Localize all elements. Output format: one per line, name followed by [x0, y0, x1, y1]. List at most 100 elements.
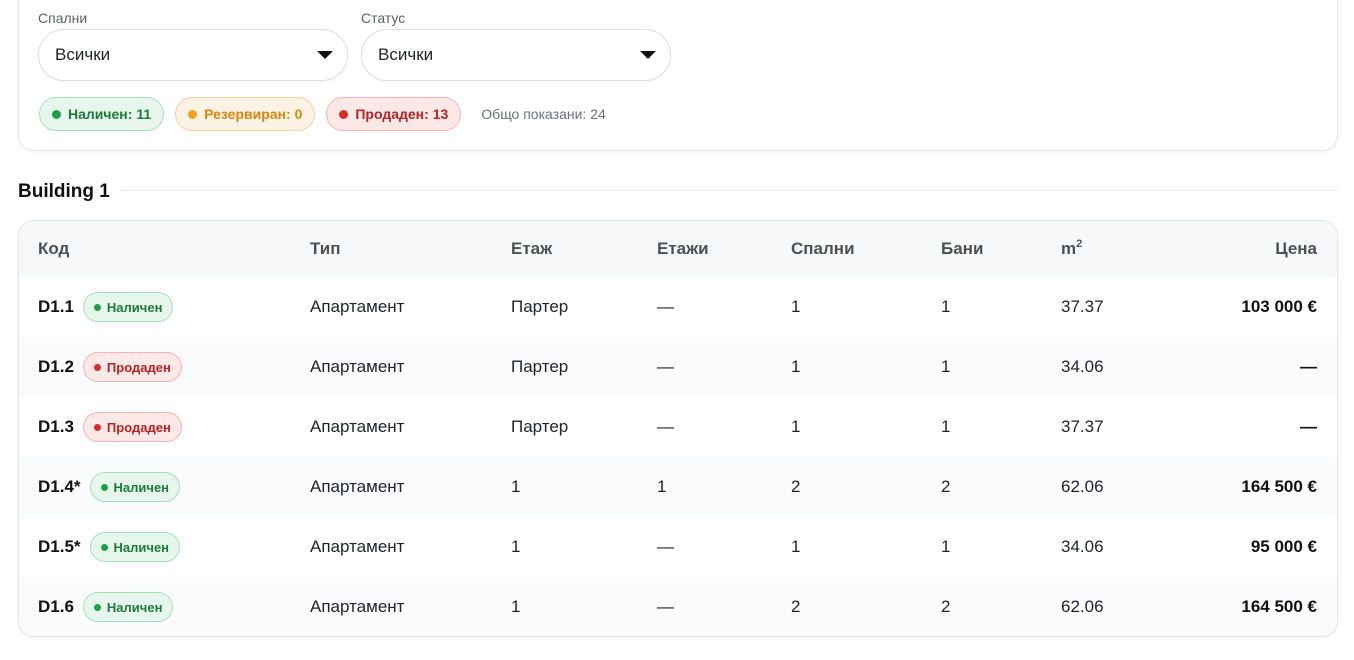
unit-bathrooms: 2 — [941, 477, 951, 496]
status-badge: Наличен — [82, 292, 174, 322]
column-header-floors[interactable]: Етажи — [657, 239, 709, 259]
unit-price: 103 000 € — [1241, 297, 1317, 316]
status-dot-icon — [100, 543, 108, 551]
unit-code-cell: D1.2 Продаден — [38, 352, 182, 382]
column-header-area[interactable]: m2 — [1061, 238, 1083, 259]
unit-area: 62.06 — [1061, 597, 1104, 616]
bedrooms-filter: Спални Всички — [38, 9, 348, 81]
status-badge-label: Продаден — [106, 359, 171, 375]
unit-code: D1.4* — [38, 477, 81, 496]
status-dot-icon — [93, 423, 101, 431]
table-row[interactable]: D1.3 Продаден Апартамент Партер — 1 1 37.37 — — [19, 397, 1337, 457]
unit-floor: 1 — [511, 477, 521, 496]
column-header-bedrooms[interactable]: Спални — [791, 239, 855, 259]
unit-type: Апартамент — [310, 597, 405, 616]
area-unit-superscript: 2 — [1076, 238, 1083, 250]
column-header-code[interactable]: Код — [38, 239, 69, 259]
column-header-price[interactable]: Цена — [1275, 239, 1317, 259]
status-summary: Наличен: 11 Резервиран: 0 Продаден: 13 О… — [39, 97, 606, 131]
unit-code: D1.3 — [38, 417, 74, 436]
unit-floors: — — [657, 297, 674, 316]
status-badge-label: Наличен — [113, 479, 170, 495]
unit-price: — — [1300, 357, 1317, 376]
unit-code: D1.6 — [38, 597, 74, 616]
unit-code: D1.2 — [38, 357, 74, 376]
reserved-count-chip[interactable]: Резервиран: 0 — [175, 97, 316, 131]
table-header: Код Тип Етаж Етажи Спални Бани m2 Цена — [19, 221, 1337, 277]
status-badge: Наличен — [89, 532, 181, 562]
unit-floors: — — [657, 417, 674, 436]
status-badge-label: Наличен — [113, 539, 170, 555]
status-badge: Наличен — [89, 472, 181, 502]
total-shown-text: Общо показани: 24 — [481, 106, 606, 122]
unit-floor: Партер — [511, 417, 569, 436]
unit-type: Апартамент — [310, 357, 405, 376]
unit-bedrooms: 1 — [791, 537, 801, 556]
unit-floor: Партер — [511, 297, 569, 316]
status-badge-label: Продаден — [106, 419, 171, 435]
chevron-down-icon — [640, 51, 656, 59]
unit-code-cell: D1.1 Наличен — [38, 292, 174, 322]
unit-price: 164 500 € — [1241, 597, 1317, 616]
unit-bedrooms: 1 — [791, 297, 801, 316]
table-row[interactable]: D1.1 Наличен Апартамент Партер — 1 1 37.37 103 0… — [19, 277, 1337, 337]
status-dot-icon — [93, 303, 101, 311]
unit-area: 37.37 — [1061, 417, 1104, 436]
unit-code-cell: D1.3 Продаден — [38, 412, 182, 442]
unit-area: 34.06 — [1061, 537, 1104, 556]
unit-area: 37.37 — [1061, 297, 1104, 316]
table-row[interactable]: D1.5* Наличен Апартамент 1 — 1 1 34.06 95 000 € — [19, 517, 1337, 577]
unit-type: Апартамент — [310, 417, 405, 436]
bedrooms-select-value: Всички — [55, 45, 111, 64]
section-divider — [121, 190, 1338, 191]
unit-price: 164 500 € — [1241, 477, 1317, 496]
unit-bathrooms: 1 — [941, 417, 951, 436]
unit-bathrooms: 1 — [941, 357, 951, 376]
unit-bathrooms: 1 — [941, 537, 951, 556]
status-dot-icon — [100, 483, 108, 491]
unit-bathrooms: 1 — [941, 297, 951, 316]
available-count-chip[interactable]: Наличен: 11 — [39, 97, 165, 131]
status-select[interactable]: Всички — [361, 29, 671, 81]
status-badge-label: Наличен — [106, 599, 163, 615]
available-count-label: Наличен: 11 — [68, 106, 152, 122]
unit-bedrooms: 2 — [791, 477, 801, 496]
table-row[interactable]: D1.6 Наличен Апартамент 1 — 2 2 62.06 164 500 € — [19, 577, 1337, 636]
unit-floors: 1 — [657, 477, 667, 496]
unit-price: — — [1300, 417, 1317, 436]
reserved-count-label: Резервиран: 0 — [204, 106, 303, 122]
column-header-floor[interactable]: Етаж — [511, 239, 552, 259]
bedrooms-filter-label: Спални — [38, 10, 88, 26]
status-badge: Продаден — [82, 352, 182, 382]
status-badge-label: Наличен — [106, 299, 163, 315]
sold-count-chip[interactable]: Продаден: 13 — [326, 97, 462, 131]
unit-code: D1.1 — [38, 297, 74, 316]
unit-bedrooms: 1 — [791, 357, 801, 376]
column-header-bathrooms[interactable]: Бани — [941, 239, 983, 259]
status-filter: Статус Всички — [361, 9, 671, 81]
status-badge: Наличен — [82, 592, 174, 622]
unit-bathrooms: 2 — [941, 597, 951, 616]
filter-panel: Спални Всички Статус Всички Наличен: 11 … — [18, 0, 1338, 151]
area-unit-label: m — [1061, 239, 1077, 258]
unit-code-cell: D1.5* Наличен — [38, 532, 181, 562]
chevron-down-icon — [317, 51, 333, 59]
table-row[interactable]: D1.2 Продаден Апартамент Партер — 1 1 34.06 — — [19, 337, 1337, 397]
unit-bedrooms: 2 — [791, 597, 801, 616]
status-badge: Продаден — [82, 412, 182, 442]
unit-price: 95 000 € — [1250, 537, 1317, 556]
unit-code-cell: D1.4* Наличен — [38, 472, 181, 502]
unit-floor: Партер — [511, 357, 569, 376]
status-dot-icon — [93, 363, 101, 371]
table-row[interactable]: D1.4* Наличен Апартамент 1 1 2 2 62.06 164 500 € — [19, 457, 1337, 517]
table-body: D1.1 Наличен Апартамент Партер — 1 1 37.37 103 0… — [19, 277, 1337, 636]
unit-floor: 1 — [511, 537, 521, 556]
bedrooms-select[interactable]: Всички — [38, 29, 348, 81]
building-title: Building 1 — [18, 181, 110, 202]
unit-bedrooms: 1 — [791, 417, 801, 436]
unit-area: 34.06 — [1061, 357, 1104, 376]
unit-floor: 1 — [511, 597, 521, 616]
unit-floors: — — [657, 357, 674, 376]
column-header-type[interactable]: Тип — [310, 239, 340, 259]
sold-dot-icon — [339, 109, 349, 119]
